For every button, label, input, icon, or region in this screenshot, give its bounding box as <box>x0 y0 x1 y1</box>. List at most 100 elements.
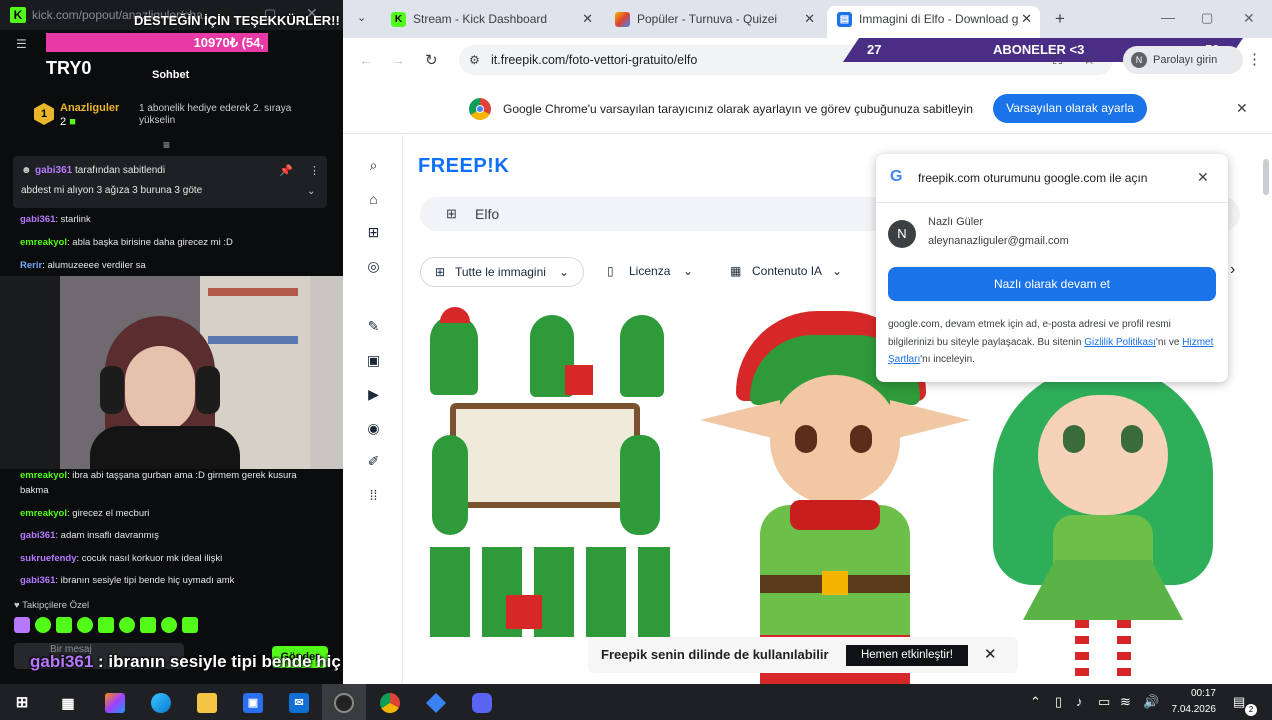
mic-icon[interactable]: ♪ <box>1076 694 1083 709</box>
filter-label: Tutte le immagini <box>455 265 546 279</box>
settings-sliders-icon[interactable]: ☰ <box>16 37 27 51</box>
video-icon[interactable]: ▶ <box>365 386 382 403</box>
battery-icon[interactable]: ▭ <box>1098 694 1110 710</box>
chat-user[interactable]: gabi361 <box>20 214 55 225</box>
emote-icon[interactable] <box>56 617 72 633</box>
privacy-policy-link[interactable]: Gizlilik Politikası <box>1084 337 1156 348</box>
store-icon[interactable]: ▣ <box>243 693 263 713</box>
set-default-button[interactable]: Varsayılan olarak ayarla <box>993 94 1147 123</box>
filter-all-images[interactable]: ⊞ Tutte le immagini ⌄ <box>420 257 584 287</box>
chat-user[interactable]: emreakyol <box>20 508 67 519</box>
globe-icon[interactable]: ◎ <box>365 258 382 275</box>
emote-icon[interactable] <box>35 617 51 633</box>
elf-figure <box>432 435 468 535</box>
continue-as-button[interactable]: Nazlı olarak devam et <box>888 267 1216 301</box>
forward-icon[interactable]: → <box>391 52 405 68</box>
filter-label: Licenza <box>629 264 671 278</box>
emote-icon[interactable] <box>119 617 135 633</box>
chrome-icon[interactable] <box>380 693 400 713</box>
tab-close-icon[interactable]: ✕ <box>582 6 593 32</box>
reload-icon[interactable]: ↻ <box>425 51 438 69</box>
gsi-close-icon[interactable]: ✕ <box>1197 169 1209 186</box>
emote-icon[interactable] <box>161 617 177 633</box>
back-icon[interactable]: ← <box>359 52 373 68</box>
chat-message: emreakyol: ibra abi taşşana gurban ama :… <box>20 470 297 481</box>
filter-license[interactable]: ▯ Licenza ⌄ <box>595 257 705 287</box>
chat-user[interactable]: Rerir <box>20 260 42 271</box>
discord-icon[interactable] <box>472 693 492 713</box>
elf-ear <box>890 400 970 440</box>
obs-icon[interactable] <box>334 693 354 713</box>
gifter-name[interactable]: Anazliguler <box>60 102 119 114</box>
chat-text: : girecez el mecburi <box>67 508 150 519</box>
chat-user[interactable]: emreakyol <box>20 470 67 481</box>
drag-handle-icon[interactable]: ≡ <box>163 138 170 152</box>
apps-icon[interactable]: ⊞ <box>365 224 382 241</box>
edge-icon[interactable] <box>151 693 171 713</box>
home-icon[interactable]: ⌂ <box>365 191 382 208</box>
wifi-icon[interactable]: ≋ <box>1120 694 1131 710</box>
tab-search-icon[interactable]: ⌄ <box>357 11 366 24</box>
outlook-icon[interactable]: ✉ <box>289 693 309 713</box>
chat-text: : alumuzeeee verdiler sa <box>42 260 146 271</box>
more-tools-icon[interactable]: ⁞⁞ <box>365 487 382 504</box>
more-icon[interactable]: ⋮ <box>309 164 320 177</box>
audio-icon[interactable]: ◉ <box>365 420 382 437</box>
pinned-by-user[interactable]: gabi361 <box>35 165 72 176</box>
notifications-icon[interactable]: ▤ <box>1233 694 1245 710</box>
emote-icon[interactable] <box>77 617 93 633</box>
window-close-icon[interactable]: ✕ <box>1243 10 1255 27</box>
bookmark-star-icon[interactable]: ☆ <box>1083 51 1096 68</box>
search-icon[interactable]: ⌕ <box>365 157 382 174</box>
start-icon[interactable]: ⊞ <box>12 693 32 713</box>
image-icon[interactable]: ▣ <box>365 352 382 369</box>
toast-close-icon[interactable]: ✕ <box>984 645 997 663</box>
file-explorer-icon[interactable] <box>197 693 217 713</box>
emote-icon[interactable] <box>14 617 30 633</box>
tab-close-icon[interactable]: ✕ <box>804 6 815 32</box>
clock-time[interactable]: 00:17 <box>1172 688 1216 699</box>
enable-language-button[interactable]: Hemen etkinleştir! <box>846 645 968 666</box>
filter-label: Contenuto IA <box>752 264 823 278</box>
volume-icon[interactable]: 🔊 <box>1143 694 1159 710</box>
page-scrollbar[interactable] <box>1263 159 1269 195</box>
translate-icon[interactable]: ⛶ <box>1053 52 1062 68</box>
minimize-icon[interactable]: — <box>1161 9 1175 25</box>
filter-ai-content[interactable]: ▦ Contenuto IA ⌄ <box>718 257 854 287</box>
profile-button[interactable]: N Parolayı girin <box>1123 46 1243 74</box>
copilot-icon[interactable] <box>105 693 125 713</box>
elf-figure <box>430 315 478 395</box>
chat-user[interactable]: emreakyol <box>20 237 67 248</box>
chat-user[interactable]: gabi361 <box>20 575 55 586</box>
chat-user[interactable]: sukruefendy <box>20 553 77 564</box>
pin-icon[interactable]: 📌 <box>279 164 293 177</box>
ticker-text: : ibranın sesiyle tipi bende hiç uymadı … <box>98 652 343 671</box>
tab-freepik[interactable]: ▤ Immagini di Elfo - Download g ✕ <box>827 6 1040 38</box>
edit-icon[interactable]: ✐ <box>365 453 382 470</box>
task-view-icon[interactable]: ▦ <box>58 693 78 713</box>
filters-scroll-right-icon[interactable]: › <box>1230 261 1235 279</box>
app-icon[interactable] <box>426 693 446 713</box>
chevron-down-icon[interactable]: ⌄ <box>307 186 315 197</box>
emote-icon[interactable] <box>140 617 156 633</box>
pinned-message: ☻ gabi361 tarafından sabitlendi 📌 ⋮ abde… <box>13 156 327 208</box>
tray-overflow-icon[interactable]: ⌃ <box>1030 694 1041 710</box>
chrome-menu-icon[interactable]: ⋮ <box>1247 50 1262 68</box>
new-tab-icon[interactable]: + <box>1055 9 1065 29</box>
result-image-elf-set[interactable] <box>420 305 680 684</box>
window-wall <box>310 276 343 469</box>
tab-close-icon[interactable]: ✕ <box>1021 6 1032 32</box>
infobar-close-icon[interactable]: ✕ <box>1236 100 1248 117</box>
site-info-icon[interactable]: ⚙ <box>469 45 480 75</box>
tray-app-icon[interactable]: ▯ <box>1055 694 1062 710</box>
chat-user[interactable]: gabi361 <box>20 530 55 541</box>
clock-date[interactable]: 7.04.2026 <box>1164 704 1217 715</box>
freepik-logo[interactable]: FREEP!K <box>418 155 509 178</box>
restore-icon[interactable]: ▢ <box>1201 10 1213 26</box>
emote-icon[interactable] <box>98 617 114 633</box>
tab-chat[interactable]: Sohbet <box>152 69 189 81</box>
tab-quizei[interactable]: Popüler - Turnuva - Quizei ✕ <box>605 6 823 38</box>
pen-tool-icon[interactable]: ✎ <box>365 318 382 335</box>
tab-kick-dashboard[interactable]: K Stream - Kick Dashboard ✕ <box>381 6 601 38</box>
emote-icon[interactable] <box>182 617 198 633</box>
